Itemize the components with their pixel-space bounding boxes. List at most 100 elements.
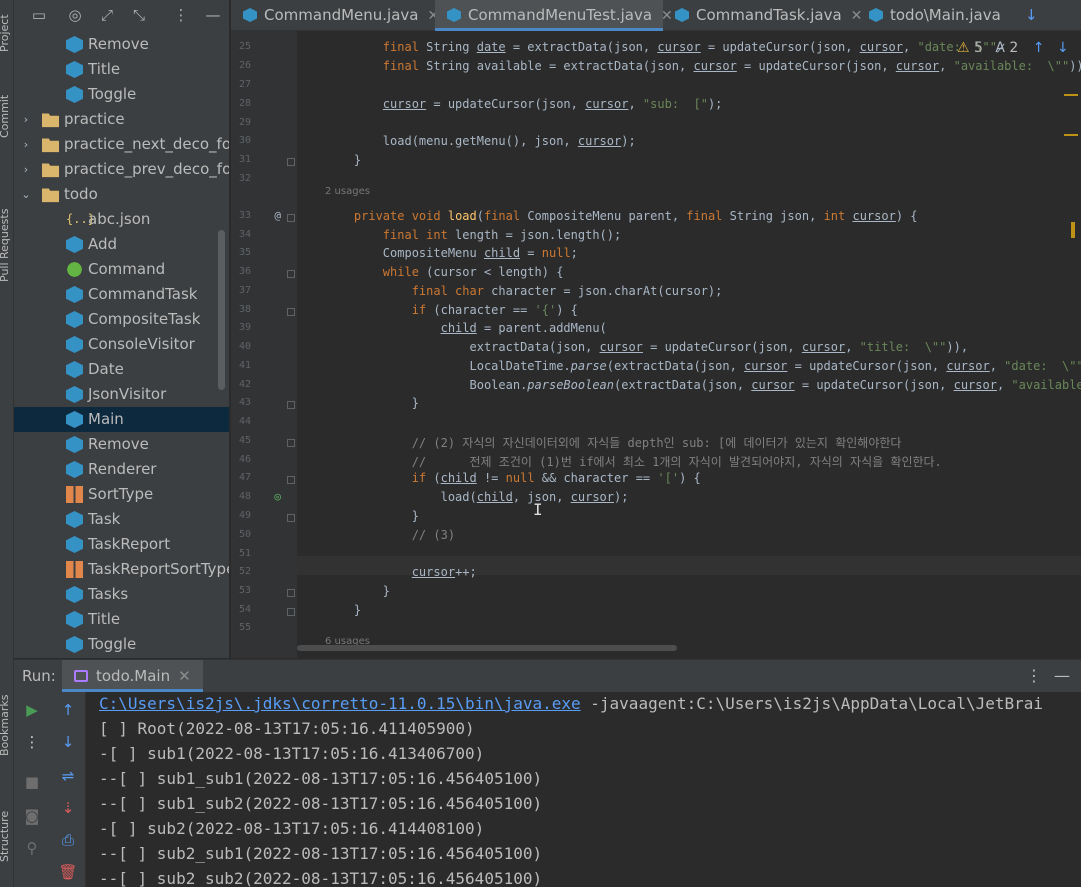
tree-item[interactable]: › practice bbox=[14, 107, 229, 132]
project-view-icon[interactable]: ▭ bbox=[28, 4, 50, 26]
line-number[interactable]: 35 bbox=[231, 247, 251, 258]
line-number[interactable]: 41 bbox=[231, 360, 251, 371]
expand-all-icon[interactable]: ⤢ bbox=[96, 4, 118, 26]
tree-item[interactable]: SortType bbox=[14, 482, 229, 507]
warning-marker[interactable] bbox=[1064, 94, 1078, 96]
fold-marker-icon[interactable] bbox=[287, 439, 295, 447]
tree-item[interactable]: Toggle bbox=[14, 632, 229, 657]
line-number[interactable]: 44 bbox=[231, 416, 251, 427]
code-line[interactable]: if (child != null && character == '[') { bbox=[325, 471, 701, 485]
editor-tab[interactable]: CommandMenu.java ✕ bbox=[231, 0, 439, 31]
tree-item[interactable]: Title bbox=[14, 607, 229, 632]
editor-tab[interactable]: CommandMenuTest.java ✕ bbox=[435, 0, 673, 31]
fold-marker-icon[interactable] bbox=[287, 158, 295, 166]
tree-item[interactable]: ⌄ todo bbox=[14, 182, 229, 207]
tree-item[interactable]: {..} abc.json bbox=[14, 207, 229, 232]
locate-icon[interactable]: ◎ bbox=[64, 4, 86, 26]
fold-marker-icon[interactable] bbox=[287, 308, 295, 316]
line-number[interactable]: 28 bbox=[231, 98, 251, 109]
tree-item[interactable]: › practice_prev_deco_for_s bbox=[14, 157, 229, 182]
tree-item[interactable]: TaskReport bbox=[14, 532, 229, 557]
collapsed-arrow-icon[interactable]: › bbox=[20, 107, 32, 132]
hide-run-panel-icon[interactable]: — bbox=[1054, 666, 1070, 685]
soft-wrap-icon[interactable]: ⇌ bbox=[58, 766, 78, 786]
rerun-icon[interactable]: ▶ bbox=[22, 700, 42, 720]
tree-item[interactable]: Tasks bbox=[14, 582, 229, 607]
code-line[interactable]: private void load(final CompositeMenu pa… bbox=[325, 209, 918, 223]
pull-requests-tool-tab[interactable]: Pull Requests bbox=[0, 209, 11, 282]
tree-item[interactable]: Main bbox=[14, 407, 229, 432]
collapsed-arrow-icon[interactable]: › bbox=[20, 132, 32, 157]
console-output[interactable]: C:\Users\is2js\.jdks\corretto-11.0.15\bi… bbox=[99, 692, 1081, 887]
print-icon[interactable]: ⎙ bbox=[58, 830, 78, 850]
tree-item[interactable]: JsonVisitor bbox=[14, 382, 229, 407]
line-number[interactable]: 51 bbox=[231, 548, 251, 559]
line-number[interactable]: 42 bbox=[231, 379, 251, 390]
fold-marker-icon[interactable] bbox=[287, 514, 295, 522]
warning-marker[interactable] bbox=[1064, 134, 1078, 136]
previous-highlight-icon[interactable]: ↑ bbox=[1033, 40, 1045, 56]
java-exe-link[interactable]: C:\Users\is2js\.jdks\corretto-11.0.15\bi… bbox=[99, 694, 581, 713]
tree-item[interactable]: Add bbox=[14, 232, 229, 257]
expanded-arrow-icon[interactable]: ⌄ bbox=[20, 182, 32, 207]
code-line[interactable]: final int length = json.length(); bbox=[325, 228, 621, 242]
line-number[interactable]: 26 bbox=[231, 60, 251, 71]
line-number[interactable]: 25 bbox=[231, 41, 251, 52]
run-options-icon[interactable]: ⋮ bbox=[1026, 666, 1042, 685]
editor-horizontal-scrollbar[interactable] bbox=[297, 645, 677, 651]
line-number[interactable]: 29 bbox=[231, 117, 251, 128]
line-number[interactable]: 37 bbox=[231, 285, 251, 296]
code-line[interactable]: // (2) 자식의 자신데이터외에 자식들 depth인 sub: [에 데이… bbox=[325, 434, 902, 451]
code-line[interactable]: CompositeMenu child = null; bbox=[325, 246, 578, 260]
code-line[interactable]: Boolean.parseBoolean(extractData(json, c… bbox=[325, 378, 1081, 392]
fold-marker-icon[interactable] bbox=[287, 476, 295, 484]
override-marker-icon[interactable]: @ bbox=[261, 209, 281, 222]
clear-all-icon[interactable]: 🗑 bbox=[58, 862, 78, 882]
tree-item[interactable]: › practice_next_deco_for_a bbox=[14, 132, 229, 157]
editor-tab[interactable]: CommandTask.java ✕ bbox=[663, 0, 862, 31]
line-number[interactable]: 39 bbox=[231, 322, 251, 333]
code-line[interactable]: child = parent.addMenu( bbox=[325, 321, 607, 335]
code-line[interactable]: } bbox=[325, 396, 419, 410]
tree-scrollbar[interactable] bbox=[218, 230, 225, 390]
line-number[interactable]: 55 bbox=[231, 622, 251, 633]
line-number[interactable]: 40 bbox=[231, 341, 251, 352]
usages-hint[interactable]: 2 usages bbox=[325, 186, 370, 197]
pin-icon[interactable]: ⚲ bbox=[22, 838, 42, 858]
code-line[interactable]: cursor++; bbox=[325, 565, 477, 579]
code-line[interactable]: extractData(json, cursor = updateCursor(… bbox=[325, 340, 968, 354]
commit-tool-tab[interactable]: Commit bbox=[0, 95, 11, 138]
line-number[interactable]: 52 bbox=[231, 566, 251, 577]
code-line[interactable]: final String available = extractData(jso… bbox=[325, 59, 1081, 73]
tree-item[interactable]: CompositeTask bbox=[14, 307, 229, 332]
run-tab-todo-main[interactable]: todo.Main ✕ bbox=[62, 660, 203, 692]
code-area[interactable]: final String date = extractData(json, cu… bbox=[325, 31, 1081, 658]
line-number[interactable]: 43 bbox=[231, 397, 251, 408]
line-number[interactable]: 50 bbox=[231, 529, 251, 540]
code-line[interactable]: if (character == '{') { bbox=[325, 303, 578, 317]
inspection-widget[interactable]: ⚠ 5 A̷ 2 ↑ ↓ bbox=[957, 40, 1069, 56]
collapsed-arrow-icon[interactable]: › bbox=[20, 157, 32, 182]
tree-item[interactable]: Command bbox=[14, 257, 229, 282]
warning-marker[interactable] bbox=[1071, 222, 1075, 238]
code-line[interactable]: final char character = json.charAt(curso… bbox=[325, 284, 723, 298]
options-menu-icon[interactable]: ⋮ bbox=[170, 4, 192, 26]
code-line[interactable]: } bbox=[325, 153, 361, 167]
code-line[interactable]: load(child, json, cursor); bbox=[325, 490, 629, 504]
hide-panel-icon[interactable]: — bbox=[202, 4, 224, 26]
line-number[interactable]: 30 bbox=[231, 135, 251, 146]
stop-icon[interactable]: ■ bbox=[22, 772, 42, 792]
code-line[interactable]: } bbox=[325, 509, 419, 523]
collapse-all-icon[interactable]: ⤡ bbox=[128, 4, 150, 26]
line-number[interactable]: 47 bbox=[231, 472, 251, 483]
line-number[interactable]: 32 bbox=[231, 173, 251, 184]
line-number[interactable]: 33 bbox=[231, 210, 251, 221]
line-number[interactable]: 54 bbox=[231, 604, 251, 615]
line-number[interactable]: 34 bbox=[231, 229, 251, 240]
scroll-to-end-icon[interactable]: ⇣ bbox=[58, 798, 78, 818]
line-number[interactable]: 31 bbox=[231, 154, 251, 165]
tree-item[interactable]: CommandTask bbox=[14, 282, 229, 307]
line-number[interactable]: 53 bbox=[231, 585, 251, 596]
tree-item[interactable]: Title bbox=[14, 57, 229, 82]
tree-item[interactable]: TaskReportSortType bbox=[14, 557, 229, 582]
